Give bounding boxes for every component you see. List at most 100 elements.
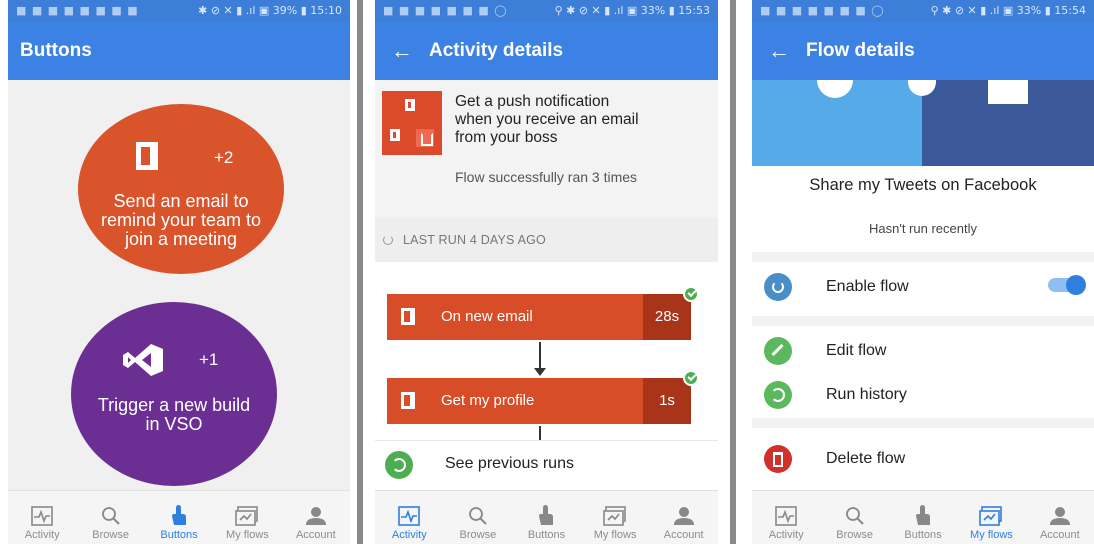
my-flows-icon	[235, 506, 259, 526]
step-on-new-email[interactable]: On new email 28s	[387, 286, 699, 340]
visual-studio-icon	[123, 344, 163, 376]
finger-tap-icon	[172, 505, 187, 525]
run-status: Hasn't run recently	[869, 221, 977, 236]
tab-label: Browse	[459, 529, 497, 541]
back-arrow-icon[interactable]: ←	[752, 38, 806, 64]
flow-connector	[539, 426, 541, 440]
tab-my-flows[interactable]: My flows	[957, 491, 1025, 544]
flow-banner	[752, 80, 1094, 166]
status-bar: ■ ■ ■ ■ ■ ■ ■ ◯ ⚲ ✱ ⊘ ✕ ▮ .ıl ▣ 33% ▮ 15…	[752, 0, 1094, 22]
divider	[752, 316, 1094, 326]
search-icon	[468, 507, 487, 525]
toggle-knob	[1066, 275, 1086, 295]
tab-label: Browse	[92, 529, 129, 541]
see-previous-runs-button[interactable]: See previous runs	[375, 440, 718, 490]
status-notifications: ■ ■ ■ ■ ■ ■ ■ ◯	[760, 4, 885, 17]
status-bar: ■ ■ ■ ■ ■ ■ ■ ◯ ⚲ ✱ ⊘ ✕ ▮ .ıl ▣ 33% ▮ 15…	[375, 0, 718, 22]
tab-label: Account	[1039, 529, 1080, 541]
success-check-icon	[683, 286, 699, 302]
tab-label: Buttons	[160, 529, 198, 541]
step-get-my-profile[interactable]: Get my profile 1s	[387, 370, 699, 424]
button-run-count: +1	[199, 350, 219, 369]
flow-tile	[382, 91, 442, 155]
status-bar: ■ ■ ■ ■ ■ ■ ■ ■ ✱ ⊘ ✕ ▮ .ıl ▣ 39% ▮ 15:1…	[8, 0, 350, 22]
status-notifications: ■ ■ ■ ■ ■ ■ ■ ■	[16, 4, 139, 17]
flow-title: Get a push notification when you receive…	[455, 93, 639, 146]
screen-divider	[730, 0, 736, 544]
activity-details-screen: ■ ■ ■ ■ ■ ■ ■ ◯ ⚲ ✱ ⊘ ✕ ▮ .ıl ▣ 33% ▮ 15…	[375, 0, 718, 544]
back-arrow-icon[interactable]: ←	[375, 38, 429, 64]
delete-flow-row[interactable]: Delete flow	[752, 436, 1094, 482]
finger-tap-icon	[539, 505, 554, 525]
tab-account[interactable]: Account	[282, 491, 350, 544]
tab-account[interactable]: Account	[1026, 491, 1094, 544]
tab-activity[interactable]: Activity	[8, 491, 76, 544]
account-icon	[1049, 507, 1070, 525]
tab-account[interactable]: Account	[649, 491, 718, 544]
office-icon	[136, 142, 158, 170]
screen-divider	[357, 0, 363, 544]
page-title: Activity details	[429, 40, 564, 61]
tab-buttons[interactable]: Buttons	[145, 491, 213, 544]
success-check-icon	[683, 370, 699, 386]
history-icon	[385, 451, 413, 479]
office-icon	[401, 392, 415, 409]
flow-connector	[539, 342, 541, 368]
tab-buttons[interactable]: Buttons	[889, 491, 957, 544]
trash-icon	[764, 445, 792, 473]
last-run-label: LAST RUN 4 DAYS AGO	[403, 233, 546, 247]
enable-flow-row[interactable]: Enable flow	[752, 264, 1094, 310]
history-icon	[764, 381, 792, 409]
tab-label: Browse	[836, 529, 873, 541]
arrow-down-icon	[534, 368, 546, 376]
flow-run-summary: Flow successfully ran 3 times	[455, 169, 638, 185]
app-bar: ← Activity details	[375, 22, 718, 80]
status-indicators: ⚲ ✱ ⊘ ✕ ▮ .ıl ▣ 33% ▮ 15:53	[554, 4, 710, 17]
refresh-icon	[383, 235, 393, 245]
office-icon	[390, 129, 400, 141]
delete-flow-label: Delete flow	[826, 450, 906, 467]
tab-label: Activity	[768, 529, 804, 541]
facebook-icon	[988, 80, 1028, 104]
tab-label: Account	[663, 529, 704, 541]
tab-browse[interactable]: Browse	[76, 491, 144, 544]
flow-details-screen: ■ ■ ■ ■ ■ ■ ■ ◯ ⚲ ✱ ⊘ ✕ ▮ .ıl ▣ 33% ▮ 15…	[752, 0, 1094, 544]
tab-buttons[interactable]: Buttons	[512, 491, 581, 544]
my-flows-icon	[979, 506, 1003, 526]
search-icon	[845, 507, 864, 525]
app-bar: Buttons	[8, 22, 350, 80]
step-name: Get my profile	[441, 392, 535, 409]
run-history-row[interactable]: Run history	[752, 372, 1094, 418]
tab-label: Buttons	[904, 529, 942, 541]
status-indicators: ⚲ ✱ ⊘ ✕ ▮ .ıl ▣ 33% ▮ 15:54	[930, 4, 1086, 17]
flow-name: Share my Tweets on Facebook	[809, 176, 1037, 194]
tab-activity[interactable]: Activity	[752, 491, 820, 544]
page-title: Flow details	[806, 40, 915, 61]
tab-browse[interactable]: Browse	[444, 491, 513, 544]
tab-label: Activity	[391, 529, 427, 541]
tab-my-flows[interactable]: My flows	[213, 491, 281, 544]
search-icon	[101, 507, 120, 525]
status-notifications: ■ ■ ■ ■ ■ ■ ■ ◯	[383, 4, 508, 17]
page-title: Buttons	[20, 40, 92, 61]
trigger-build-button[interactable]: +1 Trigger a new build in VSO	[71, 302, 277, 486]
enable-flow-toggle[interactable]	[1048, 275, 1086, 295]
tab-label: My flows	[226, 529, 269, 541]
send-email-button[interactable]: +2 Send an email to remind your team to …	[78, 104, 284, 274]
edit-flow-row[interactable]: Edit flow	[752, 328, 1094, 374]
bottom-nav: Activity Browse Buttons My flows Account	[8, 490, 350, 544]
tab-browse[interactable]: Browse	[820, 491, 888, 544]
see-previous-runs-label: See previous runs	[445, 455, 574, 472]
enable-flow-label: Enable flow	[826, 278, 909, 295]
tab-my-flows[interactable]: My flows	[581, 491, 650, 544]
finger-tap-icon	[916, 505, 931, 525]
button-label: Trigger a new build in VSO	[97, 395, 251, 434]
edit-flow-label: Edit flow	[826, 342, 887, 359]
bottom-nav: Activity Browse Buttons My flows Account	[375, 490, 718, 544]
step-duration: 28s	[643, 294, 691, 340]
app-bar: ← Flow details	[752, 22, 1094, 80]
tab-label: Account	[295, 529, 336, 541]
office-icon	[405, 99, 415, 111]
tab-activity[interactable]: Activity	[375, 491, 444, 544]
tab-label: My flows	[593, 529, 637, 541]
